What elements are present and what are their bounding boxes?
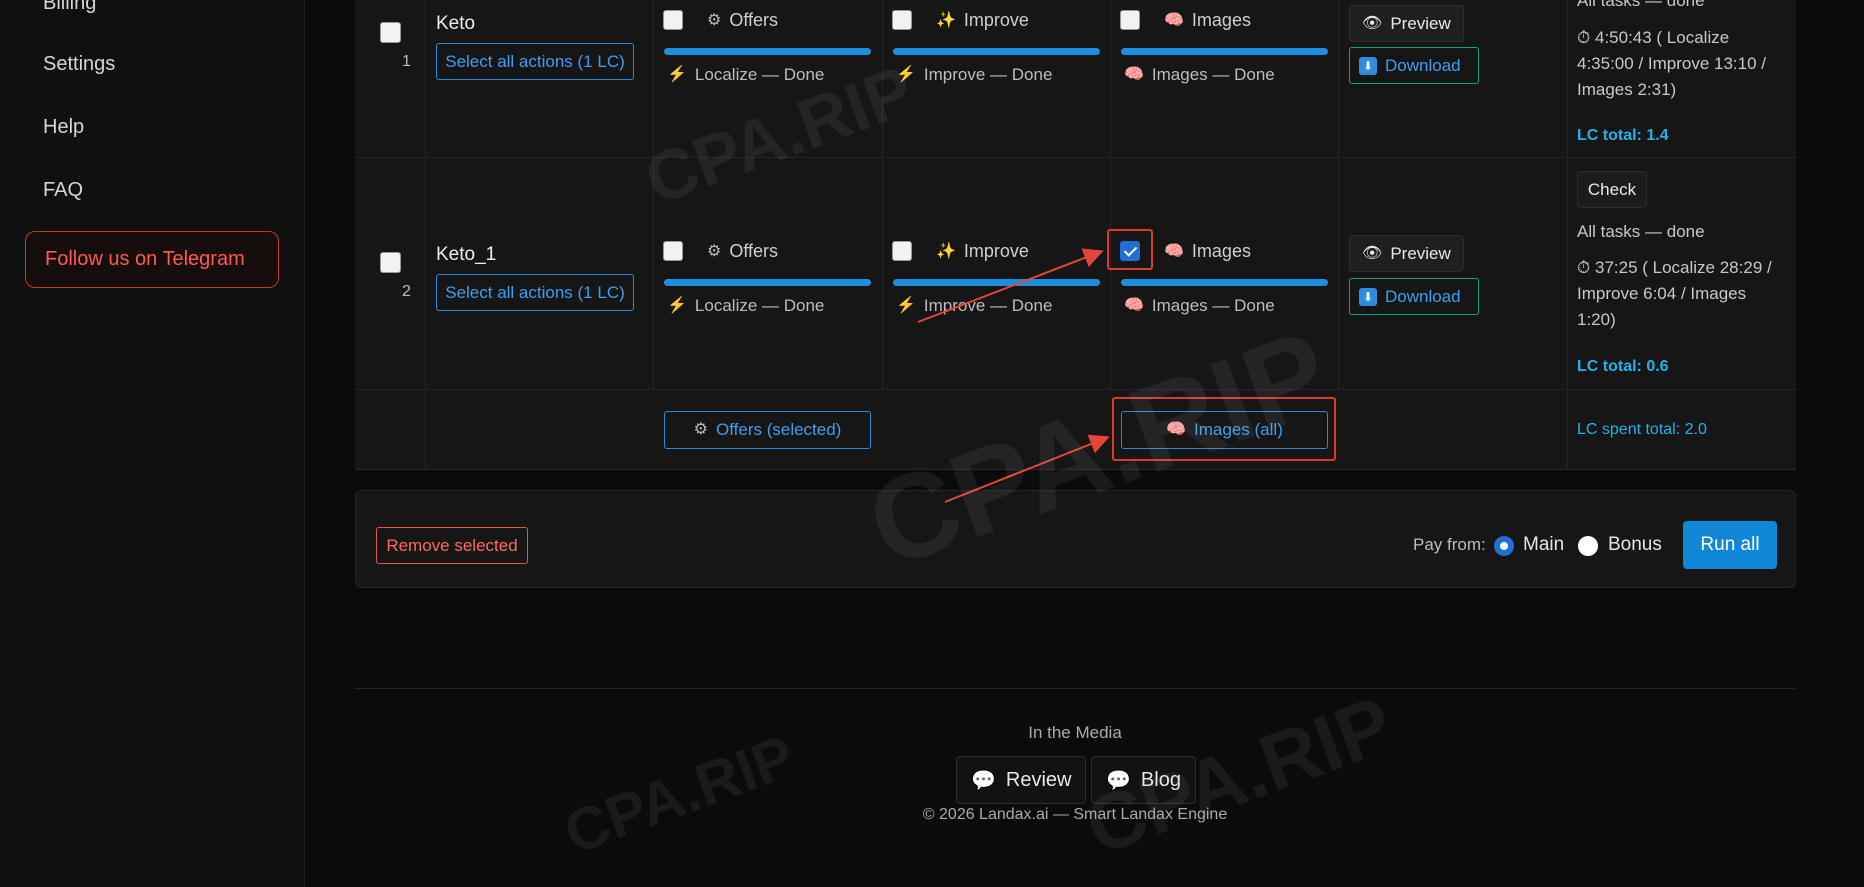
- row-checkbox[interactable]: [380, 252, 401, 273]
- timing-summary: ⏱ 4:50:43 ( Localize 4:35:00 / Improve 1…: [1577, 28, 1767, 99]
- improve-status: ⚡ Improve — Done: [896, 65, 1053, 84]
- improve-step: ✨ Improve: [936, 10, 1029, 30]
- highlight-box: [1107, 229, 1153, 270]
- select-all-actions-button[interactable]: Select all actions (1 LC): [436, 274, 634, 311]
- media-title: In the Media: [1028, 723, 1122, 742]
- pay-from-label: Pay from:: [1413, 535, 1486, 554]
- main-radio-label: Main: [1523, 534, 1565, 555]
- check-button[interactable]: Check: [1577, 171, 1647, 208]
- row-name: Keto_1: [436, 244, 497, 265]
- select-all-actions-button[interactable]: Select all actions (1 LC): [436, 43, 634, 80]
- lc-total: LC total: 1.4: [1577, 127, 1669, 144]
- improve-step: ✨ Improve: [936, 241, 1029, 261]
- lc-total: LC total: 0.6: [1577, 358, 1669, 375]
- row-checkbox[interactable]: [380, 22, 401, 43]
- tasks-summary: All tasks — done: [1577, 0, 1705, 10]
- brain-icon: 🧠: [1124, 297, 1144, 314]
- brain-icon: 🧠: [1164, 242, 1184, 260]
- timer-icon: ⏱: [1577, 28, 1595, 47]
- sparkles-icon: ✨: [936, 11, 956, 29]
- images-step: 🧠 Images: [1164, 241, 1251, 261]
- watermark: CPA.RIP: [1074, 679, 1405, 872]
- brain-icon: 🧠: [1124, 66, 1144, 83]
- lightning-icon: ⚡: [667, 297, 687, 314]
- gear-icon: ⚙: [693, 421, 708, 438]
- timing-summary: ⏱ 37:25 ( Localize 28:29 / Improve 6:04 …: [1577, 258, 1772, 329]
- download-button[interactable]: ⬇ Download: [1349, 47, 1479, 84]
- offers-progress-bar: [664, 279, 871, 286]
- tasks-summary: All tasks — done: [1577, 222, 1705, 241]
- main-radio[interactable]: [1494, 536, 1514, 556]
- table-row: 1 Keto Select all actions (1 LC) ⚙ Offers…: [355, 0, 1796, 158]
- images-status: 🧠 Images — Done: [1124, 65, 1275, 84]
- sidebar: Billing Settings Help FAQ Follow us on T…: [0, 0, 305, 887]
- gear-icon: ⚙: [707, 242, 722, 260]
- images-status: 🧠 Images — Done: [1124, 296, 1275, 315]
- brain-icon: 🧠: [1164, 11, 1184, 29]
- timer-icon: ⏱: [1577, 258, 1595, 277]
- offers-step: ⚙ Offers: [707, 10, 779, 30]
- images-checkbox[interactable]: [1120, 10, 1140, 30]
- lightning-icon: ⚡: [667, 66, 687, 83]
- improve-checkbox[interactable]: [892, 241, 912, 261]
- sparkles-icon: ✨: [936, 242, 956, 260]
- telegram-button[interactable]: Follow us on Telegram: [25, 231, 279, 288]
- row-name: Keto: [436, 13, 476, 34]
- watermark: CPA.RIP: [555, 722, 804, 867]
- offers-step: ⚙ Offers: [707, 241, 779, 261]
- review-button[interactable]: 💬 Review: [956, 756, 1087, 804]
- eye-icon: 👁: [1362, 244, 1383, 262]
- download-icon: ⬇: [1359, 56, 1377, 75]
- bonus-radio-label: Bonus: [1608, 534, 1662, 555]
- images-progress-bar: [1121, 279, 1328, 286]
- offers-status: ⚡ Localize — Done: [667, 296, 825, 315]
- run-all-button[interactable]: Run all: [1683, 521, 1777, 569]
- images-step: 🧠 Images: [1164, 10, 1251, 30]
- improve-checkbox[interactable]: [892, 10, 912, 30]
- offers-progress-bar: [664, 48, 871, 55]
- eye-icon: 👁: [1362, 14, 1383, 32]
- remove-selected-button[interactable]: Remove selected: [376, 527, 528, 564]
- sidebar-item-settings[interactable]: Settings: [43, 53, 115, 76]
- row-index: 2: [402, 283, 411, 300]
- gear-icon: ⚙: [707, 11, 722, 29]
- images-progress-bar: [1121, 48, 1328, 55]
- sidebar-item-help[interactable]: Help: [43, 116, 84, 139]
- sidebar-item-billing[interactable]: Billing: [43, 0, 96, 15]
- improve-status: ⚡ Improve — Done: [896, 296, 1053, 315]
- offers-selected-button[interactable]: ⚙ Offers (selected): [664, 411, 871, 449]
- lc-spent-total: LC spent total: 2.0: [1577, 421, 1707, 438]
- footer-divider: [355, 688, 1796, 689]
- offers-checkbox[interactable]: [663, 10, 683, 30]
- preview-button[interactable]: 👁 Preview: [1349, 235, 1464, 272]
- offers-status: ⚡ Localize — Done: [667, 65, 825, 84]
- lightning-icon: ⚡: [896, 297, 916, 314]
- offers-checkbox[interactable]: [663, 241, 683, 261]
- download-icon: ⬇: [1359, 287, 1377, 306]
- sidebar-item-faq[interactable]: FAQ: [43, 179, 83, 202]
- improve-progress-bar: [893, 48, 1100, 55]
- bonus-radio[interactable]: [1578, 536, 1598, 556]
- download-button[interactable]: ⬇ Download: [1349, 278, 1479, 315]
- copyright: © 2026 Landax.ai — Smart Landax Engine: [922, 806, 1228, 823]
- row-index: 1: [402, 53, 411, 70]
- improve-progress-bar: [893, 279, 1100, 286]
- chat-icon: 💬: [971, 769, 996, 792]
- preview-button[interactable]: 👁 Preview: [1349, 5, 1464, 42]
- table-row: 2 Keto_1 Select all actions (1 LC) ⚙ Offe…: [355, 159, 1796, 390]
